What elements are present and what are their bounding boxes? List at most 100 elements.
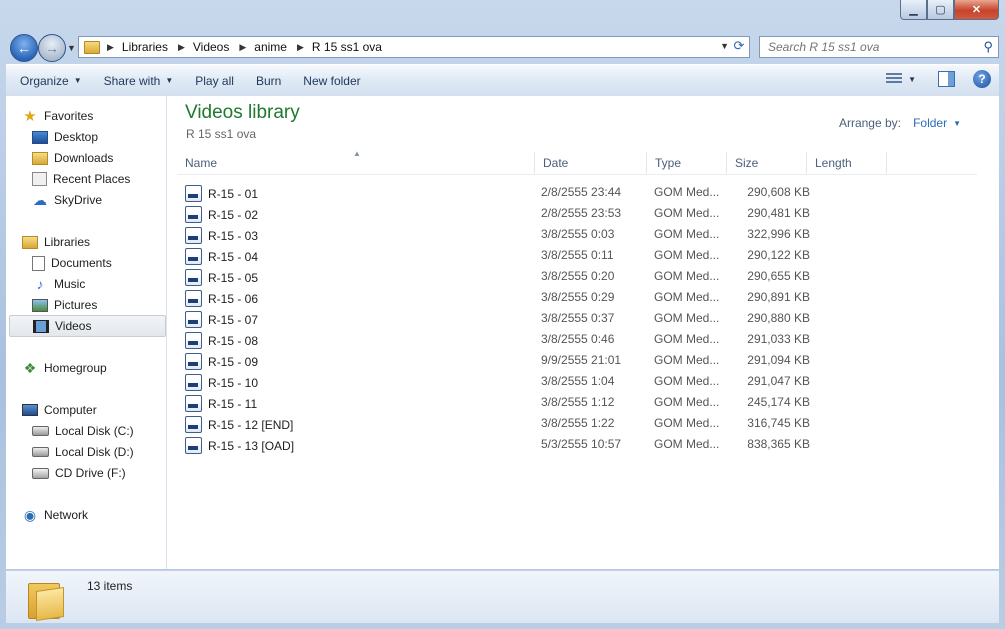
help-icon[interactable]: ? <box>973 70 991 88</box>
desktop-icon <box>32 130 48 144</box>
sidebar-item-homegroup[interactable]: ❖ Homegroup <box>6 358 164 378</box>
file-type: GOM Med... <box>654 374 720 388</box>
file-type: GOM Med... <box>654 227 720 241</box>
back-button[interactable]: ← <box>10 34 38 62</box>
breadcrumb-libraries[interactable]: Libraries ▶ <box>122 40 193 54</box>
share-with-button[interactable]: Share with ▼ <box>104 74 174 88</box>
sidebar-item-libraries[interactable]: Libraries <box>6 232 164 252</box>
burn-button[interactable]: Burn <box>256 74 281 88</box>
play-all-button[interactable]: Play all <box>195 74 234 88</box>
file-row[interactable]: R-15 - 01 2/8/2555 23:44 GOM Med... 290,608… <box>177 182 977 203</box>
file-name-cell: R-15 - 12 [END] <box>185 416 293 433</box>
file-name: R-15 - 10 <box>208 375 259 390</box>
file-row[interactable]: R-15 - 02 2/8/2555 23:53 GOM Med... 290,481… <box>177 203 977 224</box>
sidebar-item-favorites[interactable]: ★ Favorites <box>6 106 164 126</box>
file-name-cell: R-15 - 05 <box>185 269 258 286</box>
file-row[interactable]: R-15 - 04 3/8/2555 0:11 GOM Med... 290,122 … <box>177 245 977 266</box>
file-row[interactable]: R-15 - 13 [OAD] 5/3/2555 10:57 GOM Med... 8… <box>177 434 977 455</box>
sidebar-item-label: Local Disk (C:) <box>55 424 134 438</box>
sidebar-item-label: Homegroup <box>44 361 107 375</box>
homegroup-icon: ❖ <box>23 359 37 376</box>
sidebar-item-label: Local Disk (D:) <box>55 445 134 459</box>
file-type: GOM Med... <box>654 206 720 220</box>
document-icon <box>32 255 45 271</box>
star-icon: ★ <box>23 108 37 125</box>
file-row[interactable]: R-15 - 11 3/8/2555 1:12 GOM Med... 245,174 … <box>177 392 977 413</box>
sidebar-item-local-disk-c[interactable]: Local Disk (C:) <box>6 421 164 441</box>
file-name: R-15 - 12 [END] <box>208 417 294 432</box>
column-header-name[interactable]: Name <box>177 152 535 174</box>
file-name: R-15 - 09 <box>208 354 259 369</box>
recent-pages-dropdown-icon[interactable]: ▼ <box>67 43 76 53</box>
breadcrumb-videos[interactable]: Videos ▶ <box>193 40 254 54</box>
address-dropdown-icon[interactable]: ▼ <box>720 41 729 51</box>
sidebar-item-videos[interactable]: Videos <box>9 315 166 337</box>
file-row[interactable]: R-15 - 03 3/8/2555 0:03 GOM Med... 322,996 … <box>177 224 977 245</box>
file-row[interactable]: R-15 - 06 3/8/2555 0:29 GOM Med... 290,891 … <box>177 287 977 308</box>
forward-button[interactable]: → <box>38 34 66 62</box>
sidebar-item-skydrive[interactable]: ☁ SkyDrive <box>6 190 164 210</box>
sidebar-item-network[interactable]: ◉ Network <box>6 505 164 525</box>
sidebar-item-label: Music <box>54 277 86 291</box>
sidebar-item-label: CD Drive (F:) <box>55 466 126 480</box>
column-header-type[interactable]: Type <box>647 152 727 174</box>
organize-label: Organize <box>20 73 69 88</box>
file-row[interactable]: R-15 - 07 3/8/2555 0:37 GOM Med... 290,880 … <box>177 308 977 329</box>
address-bar[interactable]: ▶ Libraries ▶ Videos ▶ anime ▶ R 15 ss1 ova… <box>78 36 750 58</box>
preview-pane-icon[interactable] <box>938 71 955 87</box>
search-input[interactable] <box>766 39 980 55</box>
file-row[interactable]: R-15 - 09 9/9/2555 21:01 GOM Med... 291,094… <box>177 350 977 371</box>
file-name-cell: R-15 - 08 <box>185 332 258 349</box>
pictures-icon <box>32 298 48 312</box>
search-icon[interactable]: ⚲ <box>983 39 993 55</box>
caret-down-icon: ▼ <box>73 76 82 85</box>
video-file-icon <box>185 269 202 286</box>
arrange-by-dropdown[interactable]: Folder ▼ <box>913 116 961 130</box>
refresh-icon[interactable]: ⟳ <box>731 38 747 54</box>
breadcrumb-current[interactable]: R 15 ss1 ova <box>312 40 390 54</box>
file-name: R-15 - 03 <box>208 228 259 243</box>
explorer-window: ▁ ▢ ✕ ← → ▼ ▶ Libraries ▶ Videos ▶ anime ▶ … <box>0 0 1005 629</box>
item-count: 13 items <box>87 579 133 593</box>
search-box: ⚲ <box>759 36 999 58</box>
file-row[interactable]: R-15 - 05 3/8/2555 0:20 GOM Med... 290,655 … <box>177 266 977 287</box>
file-row[interactable]: R-15 - 08 3/8/2555 0:46 GOM Med... 291,033 … <box>177 329 977 350</box>
sidebar-item-desktop[interactable]: Desktop <box>6 127 164 147</box>
file-name-cell: R-15 - 02 <box>185 206 258 223</box>
sidebar-item-label: Downloads <box>54 151 114 165</box>
column-header-date[interactable]: Date <box>535 152 647 174</box>
sidebar-item-label: Libraries <box>44 235 91 249</box>
file-name: R-15 - 02 <box>208 207 259 222</box>
organize-button[interactable]: Organize ▼ <box>20 74 82 88</box>
sidebar-item-cd-drive[interactable]: CD Drive (F:) <box>6 463 164 483</box>
maximize-button[interactable]: ▢ <box>927 0 954 20</box>
video-file-icon <box>185 185 202 202</box>
sidebar-item-documents[interactable]: Documents <box>6 253 164 273</box>
change-view-icon[interactable] <box>886 73 903 85</box>
sidebar-item-computer[interactable]: Computer <box>6 400 164 420</box>
view-options-dropdown-icon[interactable]: ▼ <box>908 75 916 84</box>
file-size: 245,174 KB <box>747 395 810 409</box>
close-button[interactable]: ✕ <box>954 0 999 20</box>
file-rows: R-15 - 01 2/8/2555 23:44 GOM Med... 290,608… <box>177 182 977 455</box>
file-row[interactable]: R-15 - 12 [END] 3/8/2555 1:22 GOM Med... 31… <box>177 413 977 434</box>
sidebar-item-recent-places[interactable]: Recent Places <box>6 169 164 189</box>
file-list-pane: Videos library R 15 ss1 ova Arrange by: … <box>167 96 999 569</box>
file-row[interactable]: R-15 - 10 3/8/2555 1:04 GOM Med... 291,047 … <box>177 371 977 392</box>
minimize-button[interactable]: ▁ <box>900 0 927 20</box>
breadcrumb-anime[interactable]: anime ▶ <box>254 40 312 54</box>
column-header-length[interactable]: Length <box>807 152 887 174</box>
arrow-left-icon: ← <box>17 40 31 56</box>
sidebar-item-downloads[interactable]: Downloads <box>6 148 164 168</box>
file-name: R-15 - 08 <box>208 333 259 348</box>
network-globe-icon: ◉ <box>23 506 37 523</box>
sidebar-item-music[interactable]: ♪ Music <box>6 274 164 294</box>
file-date: 2/8/2555 23:44 <box>541 185 622 199</box>
new-folder-button[interactable]: New folder <box>303 74 360 88</box>
column-header-size[interactable]: Size <box>727 152 807 174</box>
sidebar-item-local-disk-d[interactable]: Local Disk (D:) <box>6 442 164 462</box>
sidebar-item-pictures[interactable]: Pictures <box>6 295 164 315</box>
breadcrumb-root[interactable]: ▶ <box>105 42 122 53</box>
file-size: 838,365 KB <box>747 437 810 451</box>
file-type: GOM Med... <box>654 269 720 283</box>
